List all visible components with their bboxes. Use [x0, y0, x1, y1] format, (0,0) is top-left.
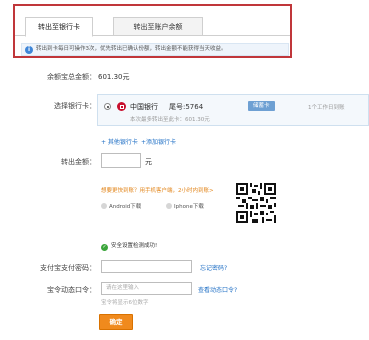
qr-code-icon — [236, 183, 276, 223]
android-download-label: Android下载 — [109, 204, 142, 210]
amount-label: 转出金额： — [61, 158, 96, 166]
notice-bar: i 转出到卡每日可操作3次，优先转出已确认份额，转出金额不能获得当天收益。 — [21, 43, 289, 56]
amount-unit: 元 — [145, 158, 152, 166]
security-check-status: ✓ 安全设置检测成功! — [101, 241, 157, 251]
security-check-text: 安全设置检测成功! — [111, 243, 158, 249]
highlight-box: 转出至银行卡 转出至账户余额 i 转出到卡每日可操作3次，优先转出已确认份额，转… — [13, 4, 292, 58]
check-icon: ✓ — [101, 244, 108, 251]
card-limit-note: 本次最多转出至此卡：601.30元 — [130, 117, 210, 123]
android-download[interactable]: Android下载 — [101, 202, 141, 210]
forgot-password-link[interactable]: 忘记密码? — [200, 263, 227, 272]
tab-to-account-balance[interactable]: 转出至账户余额 — [113, 17, 203, 36]
tab-to-bank-card[interactable]: 转出至银行卡 — [25, 17, 93, 37]
apple-icon — [166, 203, 172, 209]
view-token-link[interactable]: 查看动态口令? — [198, 285, 237, 294]
bank-of-china-logo-icon — [117, 102, 126, 111]
token-label: 宝令动态口令： — [47, 286, 96, 294]
app-promo-text[interactable]: 想要更快到账？用手机客户端，2小时内到账> — [101, 186, 214, 194]
confirm-button[interactable]: 确定 — [99, 314, 133, 330]
iphone-download-label: Iphone下载 — [174, 204, 204, 210]
dynamic-token-input[interactable]: 请在这里输入 — [101, 282, 192, 295]
bank-card-option[interactable]: 中国银行 尾号:5764 储蓄卡 1个工作日到账 本次最多转出至此卡：601.3… — [97, 94, 369, 126]
password-label: 支付宝支付密码： — [40, 264, 96, 272]
android-icon — [101, 203, 107, 209]
arrival-time: 1个工作日到账 — [308, 105, 345, 111]
card-tail-number: 尾号:5764 — [169, 103, 204, 111]
card-type-badge: 储蓄卡 — [248, 101, 275, 111]
add-card-link[interactable]: +添加银行卡 — [141, 137, 176, 146]
balance-value: 601.30元 — [98, 73, 130, 81]
amount-input[interactable] — [101, 153, 141, 168]
notice-text: 转出到卡每日可操作3次，优先转出已确认份额，转出金额不能获得当天收益。 — [36, 46, 227, 52]
token-tip: 宝令将显示6位数字 — [101, 300, 149, 306]
payment-password-input[interactable] — [101, 260, 192, 273]
iphone-download[interactable]: Iphone下载 — [166, 202, 204, 210]
bank-name: 中国银行 — [130, 103, 158, 111]
bank-select-label: 选择银行卡： — [54, 102, 96, 110]
info-icon: i — [25, 46, 33, 54]
tab-strip: 转出至银行卡 转出至账户余额 — [15, 17, 290, 37]
balance-label: 余额宝总金额： — [47, 73, 96, 81]
other-cards-link[interactable]: + 其他银行卡 — [101, 137, 138, 146]
bank-radio[interactable] — [104, 103, 111, 110]
